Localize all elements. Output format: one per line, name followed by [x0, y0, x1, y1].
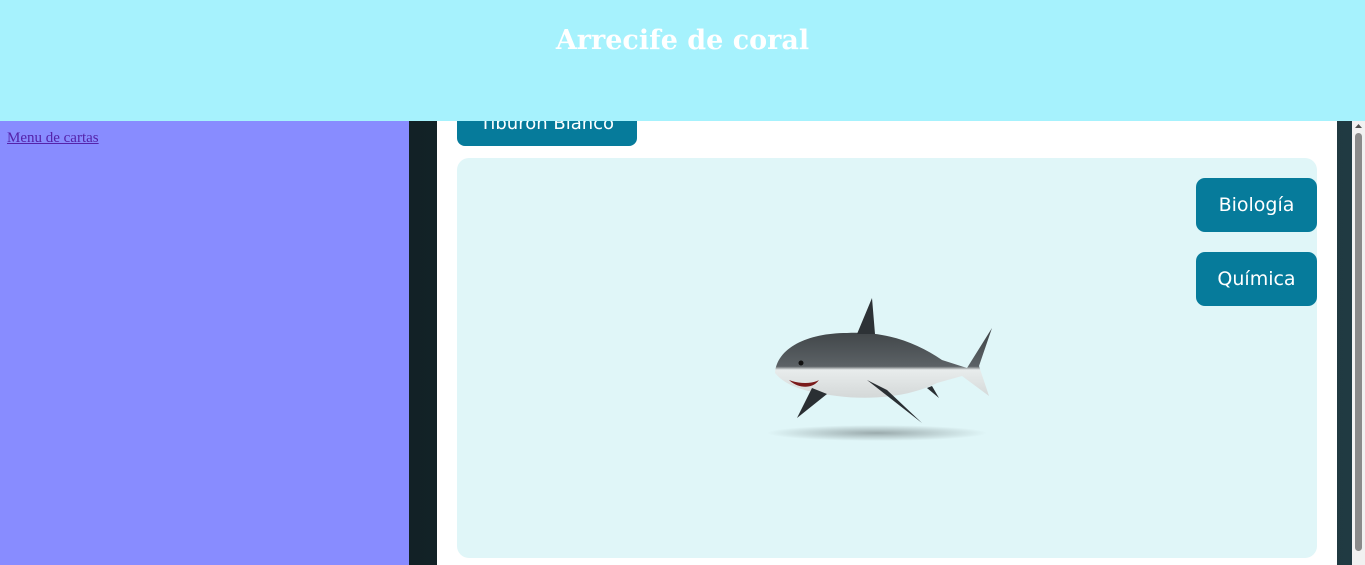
sidebar: Menu de cartas	[0, 121, 409, 565]
main-content: Tiburon Blanco Biología Química	[409, 101, 1365, 565]
shark-model-icon[interactable]	[757, 288, 1007, 448]
scrollbar[interactable]	[1352, 121, 1365, 565]
page-title: Arrecife de coral	[555, 25, 810, 56]
chemistry-button[interactable]: Química	[1196, 252, 1317, 306]
scroll-up-arrow-icon[interactable]	[1352, 121, 1365, 131]
biology-button[interactable]: Biología	[1196, 178, 1317, 232]
species-card: Tiburon Blanco Biología Química	[437, 101, 1337, 565]
model-viewer[interactable]: Biología Química	[457, 158, 1317, 558]
menu-de-cartas-link[interactable]: Menu de cartas	[7, 130, 99, 147]
scrollbar-thumb[interactable]	[1355, 133, 1362, 551]
page-header: Arrecife de coral	[0, 0, 1365, 121]
